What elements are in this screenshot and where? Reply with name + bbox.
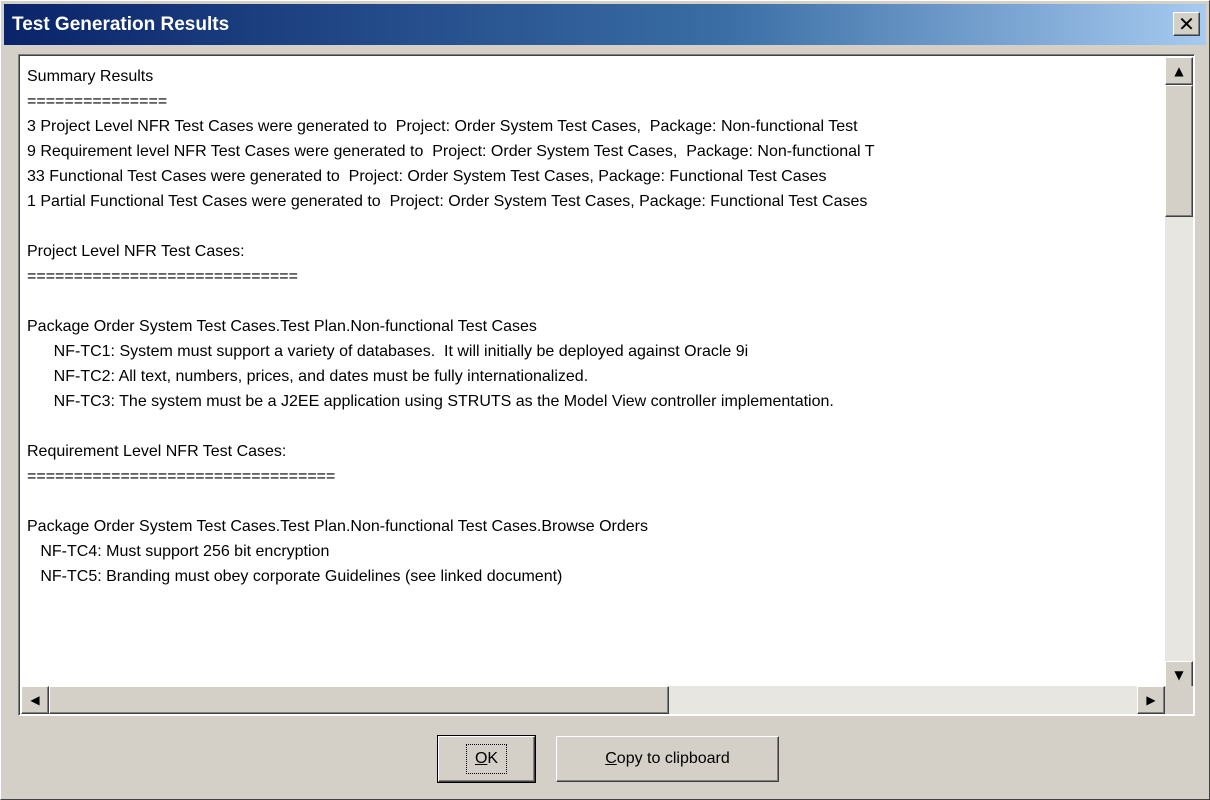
arrow-down-icon: ▼ — [1174, 668, 1184, 682]
arrow-right-icon: ▶ — [1146, 693, 1156, 707]
horizontal-scroll-thumb[interactable] — [49, 686, 669, 714]
scroll-up-button[interactable]: ▲ — [1165, 57, 1193, 85]
report-line: Project Level NFR Test Cases: — [27, 243, 245, 260]
report-line — [27, 289, 1157, 314]
report-line: Requirement Level NFR Test Cases: — [27, 443, 287, 460]
report-line: ================================= — [27, 468, 336, 485]
report-line: NF-TC1: System must support a variety of… — [27, 343, 749, 360]
window-title: Test Generation Results — [12, 14, 230, 35]
report-line: NF-TC2: All text, numbers, prices, and d… — [27, 368, 589, 385]
report-line: Package Order System Test Cases.Test Pla… — [27, 318, 537, 335]
horizontal-scrollbar[interactable]: ◀ ▶ — [21, 686, 1165, 714]
vertical-scrollbar[interactable]: ▲ ▼ — [1165, 57, 1193, 689]
scroll-down-button[interactable]: ▼ — [1165, 661, 1193, 689]
report-line: Package Order System Test Cases.Test Pla… — [27, 518, 649, 535]
copy-to-clipboard-button[interactable]: Copy to clipboard — [556, 736, 779, 782]
vertical-scroll-thumb[interactable] — [1165, 85, 1193, 217]
results-text: Summary Results =============== 3 Project … — [27, 64, 1157, 684]
report-line — [27, 489, 1157, 514]
report-line — [27, 414, 1157, 439]
scrollbar-corner — [1165, 686, 1193, 714]
report-line: 9 Requirement level NFR Test Cases were … — [27, 143, 875, 160]
ok-button-label: OK — [465, 744, 508, 774]
report-line: 3 Project Level NFR Test Cases were gene… — [27, 118, 858, 135]
report-line: =============== — [27, 93, 168, 110]
results-text-area[interactable]: Summary Results =============== 3 Project … — [18, 54, 1195, 716]
report-line: NF-TC3: The system must be a J2EE applic… — [27, 393, 834, 410]
copy-button-label: Copy to clipboard — [605, 750, 730, 767]
report-line: 1 Partial Functional Test Cases were gen… — [27, 193, 868, 210]
report-line: 33 Functional Test Cases were generated … — [27, 168, 827, 185]
close-icon: ✕ — [1178, 12, 1195, 36]
report-line: NF-TC4: Must support 256 bit encryption — [27, 543, 330, 560]
report-line: ============================= — [27, 268, 298, 285]
scroll-left-button[interactable]: ◀ — [21, 686, 49, 714]
arrow-left-icon: ◀ — [30, 693, 40, 707]
title-bar[interactable]: Test Generation Results ✕ — [4, 4, 1206, 45]
test-generation-results-dialog: Test Generation Results ✕ Summary Result… — [0, 0, 1210, 800]
scroll-right-button[interactable]: ▶ — [1137, 686, 1165, 714]
close-button[interactable]: ✕ — [1173, 12, 1200, 36]
arrow-up-icon: ▲ — [1174, 64, 1184, 78]
ok-button[interactable]: OK — [437, 735, 536, 783]
report-line: Summary Results — [27, 68, 154, 85]
report-line — [27, 214, 1157, 239]
report-line: NF-TC5: Branding must obey corporate Gui… — [27, 568, 563, 585]
